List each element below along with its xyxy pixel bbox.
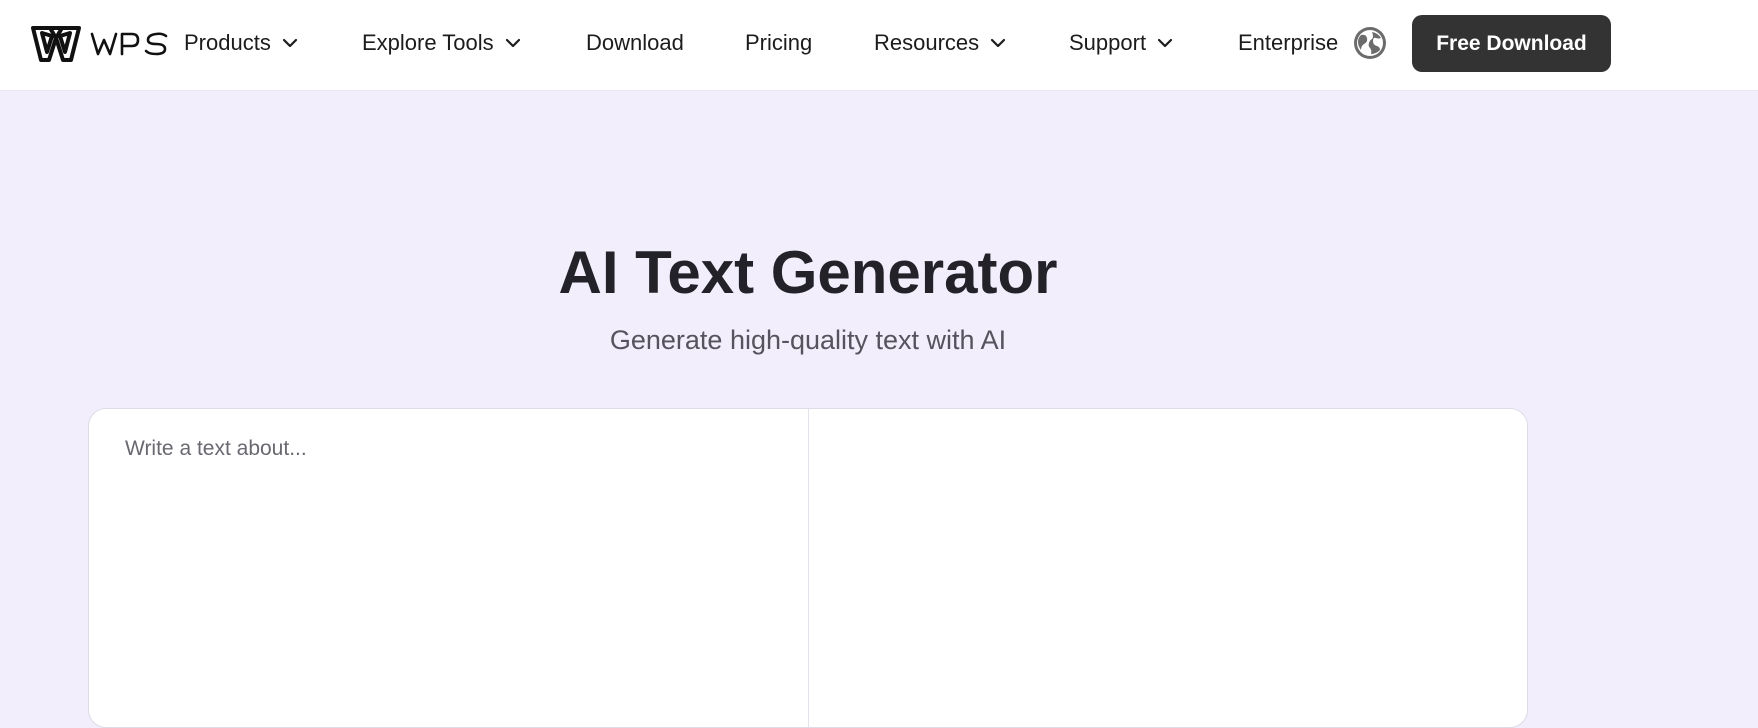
nav-item-explore-tools[interactable]: Explore Tools: [362, 28, 522, 58]
chevron-down-icon: [1157, 38, 1173, 48]
nav-item-pricing[interactable]: Pricing: [745, 28, 812, 58]
chevron-down-icon: [505, 38, 520, 48]
wps-wordmark-icon: [90, 32, 168, 56]
nav-item-enterprise[interactable]: Enterprise: [1238, 28, 1338, 58]
free-download-button[interactable]: Free Download: [1412, 15, 1611, 72]
nav-item-label: Explore Tools: [362, 30, 494, 55]
wps-logo-mark-icon: [31, 26, 81, 62]
nav-item-label: Support: [1069, 30, 1147, 55]
top-navigation-bar: Products Explore Tools Download Pricing …: [0, 0, 1758, 91]
page-subtitle: Generate high-quality text with AI: [609, 325, 1007, 355]
globe-icon[interactable]: [1352, 25, 1388, 61]
generator-workspace: [88, 408, 1528, 728]
nav-item-label: Enterprise: [1238, 30, 1339, 55]
chevron-down-icon: [282, 38, 297, 48]
chevron-down-icon: [991, 38, 1006, 48]
nav-item-download[interactable]: Download: [586, 28, 684, 58]
nav-item-resources[interactable]: Resources: [874, 28, 1007, 58]
wps-logo[interactable]: [30, 24, 170, 64]
nav-item-label: Download: [586, 30, 684, 55]
nav-item-products[interactable]: Products: [184, 28, 299, 58]
nav-item-label: Pricing: [745, 30, 813, 55]
nav-item-label: Resources: [874, 30, 980, 55]
page-title: AI Text Generator: [558, 239, 1058, 306]
nav-item-label: Products: [184, 30, 271, 55]
nav-item-support[interactable]: Support: [1069, 28, 1174, 58]
prompt-pane: [89, 409, 809, 727]
prompt-input[interactable]: [89, 409, 809, 727]
output-pane: [810, 409, 1527, 727]
